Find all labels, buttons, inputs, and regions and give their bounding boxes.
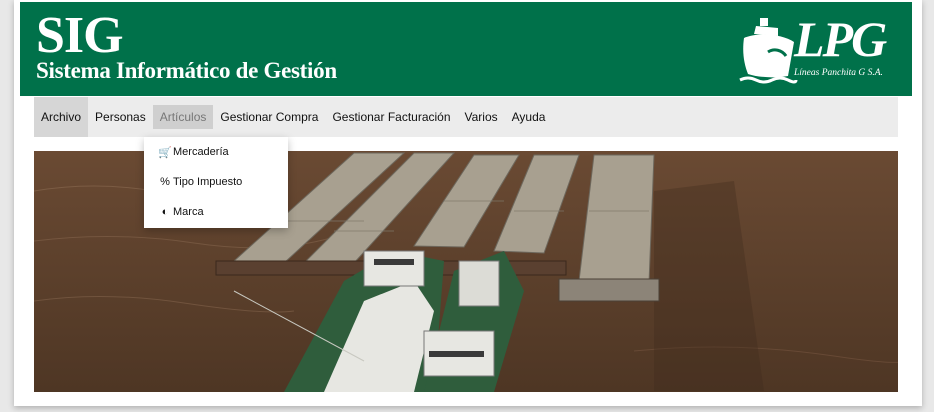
menu-varios[interactable]: Varios [458, 105, 505, 129]
dropdown-item-label: Marca [173, 206, 204, 218]
menu-gestionar-compra[interactable]: Gestionar Compra [213, 105, 325, 129]
logo-text: LPG [794, 11, 887, 67]
ship-logo-icon [739, 18, 798, 84]
menu-articulos[interactable]: Artículos [152, 105, 214, 129]
app-title: SIG [36, 7, 124, 64]
dropdown-item-marca[interactable]: ◐ Marca [144, 197, 288, 227]
app-subtitle: Sistema Informático de Gestión [36, 58, 337, 83]
dolly-icon: 🛒 [158, 146, 172, 159]
menu-personas[interactable]: Personas [88, 105, 153, 129]
dropdown-item-label: Tipo Impuesto [173, 176, 243, 188]
dropdown-item-tipo-impuesto[interactable]: % Tipo Impuesto [144, 167, 288, 197]
articulos-dropdown-menu: 🛒 Mercadería % Tipo Impuesto ◐ Marca [144, 137, 288, 228]
menu-ayuda[interactable]: Ayuda [505, 105, 553, 129]
menu-gestionar-facturacion[interactable]: Gestionar Facturación [325, 105, 457, 129]
logo-subtext: Líneas Panchita G S.A. [794, 68, 883, 78]
shield-icon: ◐ [161, 206, 169, 218]
company-logo: LPG Líneas Panchita G S.A. [738, 12, 898, 90]
dropdown-item-label: Mercadería [173, 146, 229, 158]
app-header: SIG Sistema Informático de Gestión LPG L… [20, 2, 912, 96]
percent-icon: % [160, 176, 170, 188]
dropdown-item-mercaderia[interactable]: 🛒 Mercadería [144, 137, 288, 167]
main-menu-bar: Archivo Personas Artículos Gestionar Com… [34, 97, 898, 137]
menu-archivo[interactable]: Archivo [34, 97, 89, 137]
